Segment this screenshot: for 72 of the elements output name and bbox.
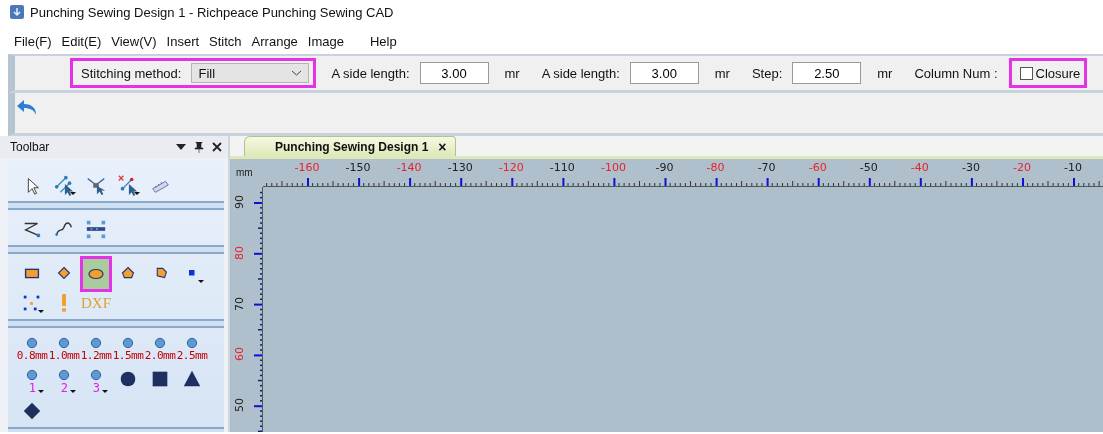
menu-item[interactable]: Help — [370, 33, 403, 49]
menu-item[interactable]: File(F) — [14, 33, 58, 49]
panel-title: Toolbar — [10, 140, 51, 154]
ruler-label: -70 — [757, 161, 776, 174]
circle-tool[interactable]: 0.8mm — [16, 333, 48, 365]
caret-icon[interactable] — [70, 192, 76, 195]
window-title: Punching Sewing Design 1 - Richpeace Punching Sewing CAD — [30, 4, 394, 20]
document-tab[interactable]: Punching Sewing Design 1 × — [244, 136, 456, 156]
ruler-label: 80 — [232, 245, 246, 260]
field-label: A side length: — [541, 65, 620, 81]
ruler-label: -20 — [1013, 161, 1031, 174]
grid-points-icon — [84, 218, 108, 240]
caret-icon[interactable] — [134, 192, 140, 195]
caret-icon[interactable] — [70, 390, 76, 393]
ruler-label: -100 — [600, 161, 626, 174]
circle-tool[interactable]: 1.0mm — [48, 333, 80, 365]
number-field[interactable]: 3.00 — [629, 62, 699, 84]
menu-item[interactable]: Stitch — [209, 33, 248, 49]
ruler-label: -160 — [294, 161, 320, 174]
ruler-label: -10 — [1064, 161, 1083, 174]
ruler-label: 90 — [232, 195, 246, 209]
exclamation-icon — [61, 294, 67, 312]
pin-icon[interactable] — [194, 141, 204, 153]
caret-icon[interactable] — [38, 390, 44, 393]
close-icon[interactable] — [212, 142, 222, 152]
caret-icon[interactable] — [102, 390, 108, 393]
caret-icon[interactable] — [38, 310, 44, 313]
menu-item[interactable]: Image — [307, 33, 350, 49]
circle-tool[interactable]: 1.5mm — [112, 333, 144, 365]
field-label: Stitching method: — [81, 65, 182, 81]
number-field[interactable]: 3.00 — [419, 62, 489, 84]
number-field[interactable]: 2.50 — [792, 62, 862, 84]
stitching-method-dropdown[interactable]: Fill — [191, 63, 310, 83]
field-label: A side length: — [331, 65, 410, 81]
circle-tool[interactable]: 2.5mm — [176, 333, 208, 365]
ruler-label: -130 — [447, 161, 473, 174]
menu-item[interactable]: Arrange — [251, 33, 304, 49]
ruler-label: -90 — [655, 161, 674, 174]
ruler-label: 60 — [232, 347, 246, 362]
ruler-label: -30 — [961, 161, 980, 174]
caret-icon[interactable] — [198, 280, 204, 283]
ruler-label: -120 — [498, 161, 524, 174]
tab-close-button[interactable]: × — [438, 138, 447, 155]
ruler-label: -150 — [345, 161, 371, 174]
circle-tool[interactable]: 2.0mm — [144, 333, 176, 365]
checkbox-label: Closure — [1035, 65, 1081, 81]
ruler-label: -50 — [859, 161, 878, 174]
menu-item[interactable]: Edit(E) — [61, 33, 108, 49]
unit-label: mr — [504, 65, 520, 81]
ruler-label: -80 — [706, 161, 725, 174]
ruler-label: -110 — [549, 161, 575, 174]
dropdown-triangle-icon[interactable] — [176, 144, 186, 150]
app-icon — [10, 5, 24, 19]
closure-checkbox[interactable]: Closure — [1019, 65, 1081, 81]
unit-label: mr — [877, 65, 893, 81]
ruler-label: 50 — [232, 398, 246, 413]
field-label: Step: — [751, 65, 783, 81]
unit-label: mr — [714, 65, 730, 81]
chevron-down-icon — [291, 69, 303, 77]
ruler-label: -140 — [396, 161, 422, 174]
menu-item[interactable]: Insert — [166, 33, 206, 49]
ellipse-tool[interactable] — [80, 256, 112, 292]
ruler-label: 70 — [232, 296, 246, 311]
circle-tool[interactable]: 1.2mm — [80, 333, 112, 365]
ruler-label: -60 — [808, 161, 827, 174]
ruler-unit-label: mm — [235, 166, 254, 180]
ruler-label: -40 — [910, 161, 929, 174]
menu-item[interactable]: View(V) — [111, 33, 163, 49]
point-icon — [189, 270, 195, 276]
field-label: Column Num : — [914, 65, 998, 81]
checkbox-box[interactable] — [1019, 66, 1033, 80]
undo-icon[interactable] — [15, 98, 38, 116]
